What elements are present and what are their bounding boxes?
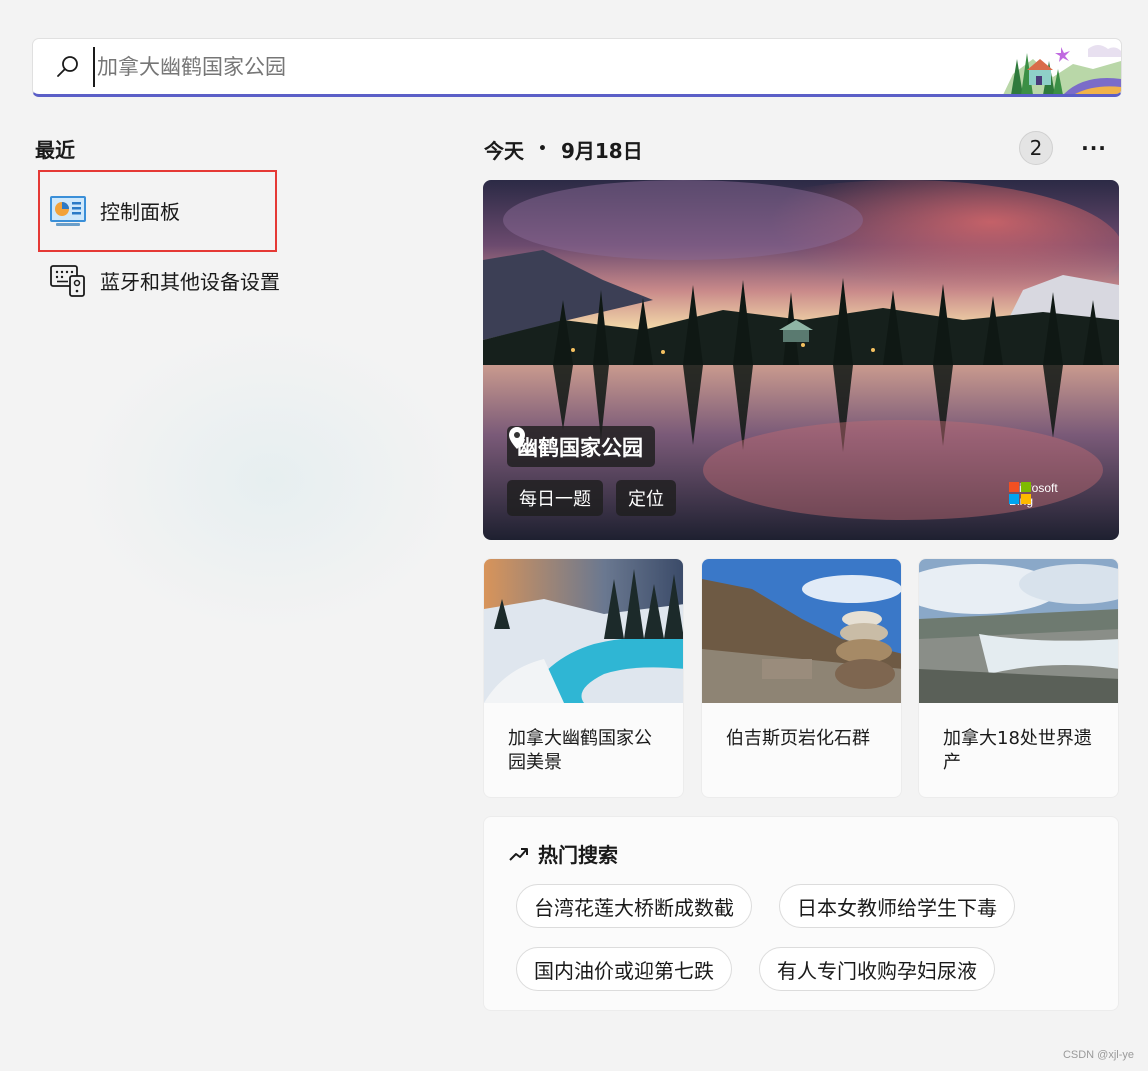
recent-item-control-panel[interactable]: 控制面板 — [40, 175, 440, 245]
today-date: 9月18日 — [560, 138, 643, 163]
location-name: 幽鹤国家公园 — [517, 435, 643, 460]
recent-heading: 最近 — [35, 138, 75, 162]
daily-quiz-chip[interactable]: 每日一题 — [507, 480, 603, 516]
bluetooth-devices-icon — [50, 265, 85, 297]
search-icon — [57, 56, 78, 77]
recent-item-label: 蓝牙和其他设备设置 — [100, 269, 280, 294]
card-title: 加拿大18处世界遗产 — [943, 728, 1092, 773]
search-highlight-illustration — [1003, 45, 1121, 94]
background-glow — [80, 330, 460, 630]
card-title: 加拿大幽鹤国家公园美景 — [508, 728, 652, 773]
microsoft-logo-icon — [1009, 482, 1031, 504]
trending-search-pill[interactable]: 台湾花莲大桥断成数截 — [516, 884, 752, 928]
separator-dot: • — [538, 141, 547, 157]
trending-search-pill[interactable]: 国内油价或迎第七跌 — [516, 947, 732, 991]
microsoft-bing-logo: Microsoft Bing — [1009, 482, 1058, 508]
search-input[interactable] — [93, 47, 993, 87]
content-card[interactable]: 加拿大18处世界遗产 — [918, 558, 1119, 798]
card-image-rocks — [702, 559, 901, 703]
card-title: 伯吉斯页岩化石群 — [726, 728, 870, 749]
today-label: 今天 — [484, 138, 524, 163]
content-card[interactable]: 加拿大幽鹤国家公园美景 — [483, 558, 684, 798]
more-options-icon: ··· — [1081, 136, 1107, 160]
trending-up-icon — [509, 847, 528, 861]
trending-searches-panel: 热门搜索 台湾花莲大桥断成数截 日本女教师给学生下毒 国内油价或迎第七跌 有人专… — [483, 816, 1119, 1011]
location-pin-icon — [509, 427, 525, 449]
location-tag[interactable]: 幽鹤国家公园 — [507, 426, 655, 467]
locate-chip[interactable]: 定位 — [616, 480, 676, 516]
trending-search-pill[interactable]: 有人专门收购孕妇尿液 — [759, 947, 995, 991]
trending-search-pill[interactable]: 日本女教师给学生下毒 — [779, 884, 1015, 928]
watermark: CSDN @xjl-ye — [1062, 1049, 1134, 1061]
trending-heading: 热门搜索 — [538, 843, 618, 867]
more-options-button[interactable]: ··· — [1076, 131, 1112, 165]
control-panel-icon — [50, 196, 86, 226]
card-image-river — [484, 559, 683, 703]
hero-card[interactable]: 幽鹤国家公园 每日一题 定位 Microsoft Bing — [483, 180, 1119, 540]
recent-item-label: 控制面板 — [100, 199, 180, 224]
card-image-falls — [919, 559, 1118, 703]
content-card[interactable]: 伯吉斯页岩化石群 — [701, 558, 902, 798]
recent-item-bluetooth-settings[interactable]: 蓝牙和其他设备设置 — [40, 245, 440, 315]
trending-header: 热门搜索 — [508, 839, 618, 868]
notification-count-badge[interactable]: 2 — [1019, 131, 1053, 165]
search-bar[interactable] — [32, 38, 1122, 97]
today-header: 今天 • 9月18日 — [484, 133, 643, 165]
